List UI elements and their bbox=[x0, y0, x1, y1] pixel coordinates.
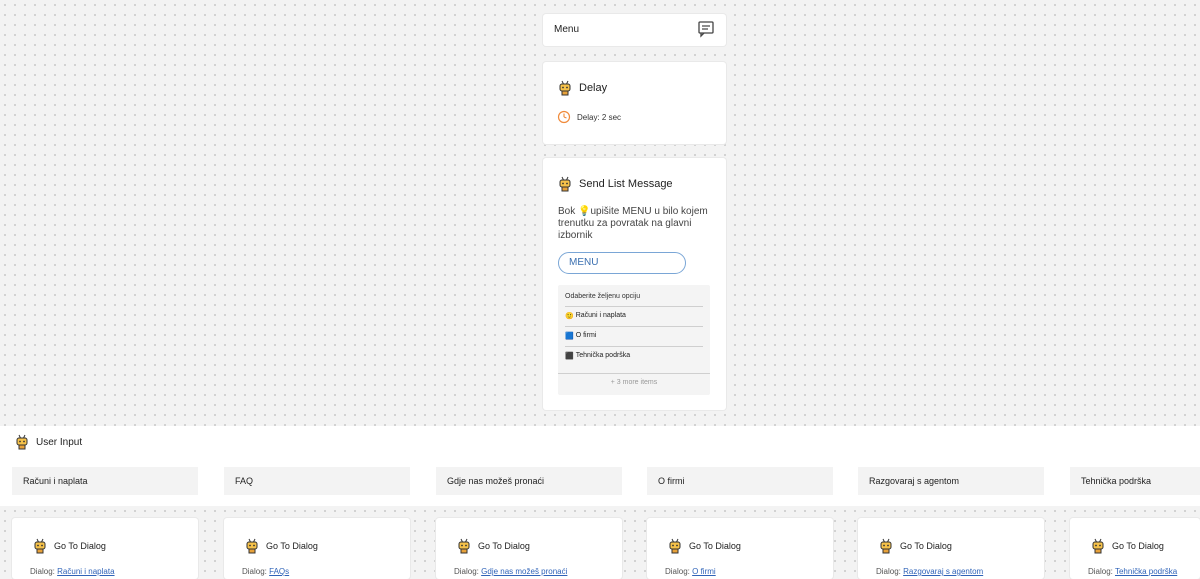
list-item-emoji: ⬛ bbox=[565, 353, 574, 360]
option-agent[interactable]: Razgovaraj s agentom bbox=[858, 467, 1044, 495]
robot-icon bbox=[880, 538, 892, 554]
list-item-label: Računi i naplata bbox=[575, 312, 626, 319]
goto-dialog-ref: Dialog: Tehnička podrška bbox=[1088, 567, 1177, 576]
goto-dialog-node[interactable]: Go To Dialog Dialog: Računi i naplata bbox=[12, 518, 198, 579]
delay-node-title: Delay bbox=[557, 80, 607, 96]
dialog-prefix: Dialog: bbox=[242, 567, 267, 576]
option-tehnicka[interactable]: Tehnička podrška bbox=[1070, 467, 1200, 495]
goto-title: Go To Dialog bbox=[32, 538, 106, 554]
list-item-emoji: 🙂 bbox=[565, 313, 574, 320]
list-item: 🙂 Računi i naplata bbox=[565, 306, 703, 326]
goto-title: Go To Dialog bbox=[1090, 538, 1164, 554]
goto-title: Go To Dialog bbox=[244, 538, 318, 554]
goto-dialog-ref: Dialog: FAQs bbox=[242, 567, 289, 576]
robot-icon bbox=[458, 538, 470, 554]
dialog-prefix: Dialog: bbox=[454, 567, 479, 576]
dialog-link[interactable]: Gdje nas možeš pronaći bbox=[481, 567, 567, 576]
dialog-prefix: Dialog: bbox=[30, 567, 55, 576]
dialog-link[interactable]: Tehnička podrška bbox=[1115, 567, 1177, 576]
robot-icon bbox=[669, 538, 681, 554]
robot-icon bbox=[246, 538, 258, 554]
robot-icon bbox=[1092, 538, 1104, 554]
dialog-link[interactable]: O firmi bbox=[692, 567, 716, 576]
goto-dialog-ref: Dialog: O firmi bbox=[665, 567, 716, 576]
delay-node[interactable]: Delay Delay: 2 sec bbox=[543, 62, 726, 144]
dialog-link[interactable]: FAQs bbox=[269, 567, 289, 576]
list-item-emoji: 🟦 bbox=[565, 333, 574, 340]
list-preview: Odaberite željenu opciju 🙂 Računi i napl… bbox=[558, 285, 710, 395]
robot-icon bbox=[16, 434, 28, 450]
option-o-firmi[interactable]: O firmi bbox=[647, 467, 833, 495]
dialog-prefix: Dialog: bbox=[665, 567, 690, 576]
menu-node-label: Menu bbox=[554, 24, 580, 35]
goto-title-text: Go To Dialog bbox=[266, 541, 318, 551]
goto-dialog-ref: Dialog: Razgovaraj s agentom bbox=[876, 567, 983, 576]
goto-title-text: Go To Dialog bbox=[478, 541, 530, 551]
goto-dialog-node[interactable]: Go To Dialog Dialog: Gdje nas možeš pron… bbox=[436, 518, 622, 579]
list-item-label: Tehnička podrška bbox=[575, 352, 631, 359]
list-header: Odaberite željenu opciju bbox=[565, 293, 641, 300]
goto-dialog-node[interactable]: Go To Dialog Dialog: O firmi bbox=[647, 518, 833, 579]
goto-title-text: Go To Dialog bbox=[54, 541, 106, 551]
goto-title: Go To Dialog bbox=[667, 538, 741, 554]
dialog-link[interactable]: Razgovaraj s agentom bbox=[903, 567, 983, 576]
delay-title-text: Delay bbox=[579, 82, 608, 94]
list-title-text: Send List Message bbox=[579, 178, 673, 190]
user-input-header: User Input bbox=[14, 434, 82, 450]
goto-dialog-node[interactable]: Go To Dialog Dialog: Tehnička podrška bbox=[1070, 518, 1200, 579]
dialog-prefix: Dialog: bbox=[1088, 567, 1113, 576]
goto-dialog-ref: Dialog: Računi i naplata bbox=[30, 567, 115, 576]
goto-title: Go To Dialog bbox=[456, 538, 530, 554]
delay-detail-text: Delay: 2 sec bbox=[577, 112, 622, 122]
option-gdje[interactable]: Gdje nas možeš pronaći bbox=[436, 467, 622, 495]
list-item: ⬛ Tehnička podrška bbox=[565, 346, 703, 366]
goto-title-text: Go To Dialog bbox=[1112, 541, 1164, 551]
list-more-items: + 3 more items bbox=[558, 373, 710, 386]
send-list-message-node[interactable]: Send List Message Bok 💡upišite MENU u bi… bbox=[543, 158, 726, 410]
list-message-text: Bok 💡upišite MENU u bilo kojem trenutku … bbox=[558, 206, 708, 241]
goto-title-text: Go To Dialog bbox=[689, 541, 741, 551]
list-node-title: Send List Message bbox=[557, 176, 673, 192]
dialog-prefix: Dialog: bbox=[876, 567, 901, 576]
goto-title-text: Go To Dialog bbox=[900, 541, 952, 551]
dialog-link[interactable]: Računi i naplata bbox=[57, 567, 114, 576]
delay-detail: Delay: 2 sec bbox=[557, 110, 621, 124]
robot-icon bbox=[34, 538, 46, 554]
clock-icon bbox=[557, 110, 571, 124]
goto-title: Go To Dialog bbox=[878, 538, 952, 554]
list-item-label: O firmi bbox=[575, 332, 597, 339]
menu-node[interactable]: Menu bbox=[543, 14, 726, 46]
menu-button[interactable]: MENU bbox=[558, 252, 686, 274]
list-item: 🟦 O firmi bbox=[565, 326, 703, 346]
goto-dialog-node[interactable]: Go To Dialog Dialog: FAQs bbox=[224, 518, 410, 579]
option-faq[interactable]: FAQ bbox=[224, 467, 410, 495]
user-input-label: User Input bbox=[36, 436, 83, 448]
goto-dialog-node[interactable]: Go To Dialog Dialog: Razgovaraj s agento… bbox=[858, 518, 1044, 579]
robot-icon bbox=[559, 176, 571, 192]
option-racuni[interactable]: Računi i naplata bbox=[12, 467, 198, 495]
message-square-icon[interactable] bbox=[697, 20, 715, 38]
robot-icon bbox=[559, 80, 571, 96]
goto-dialog-ref: Dialog: Gdje nas možeš pronaći bbox=[454, 567, 567, 576]
